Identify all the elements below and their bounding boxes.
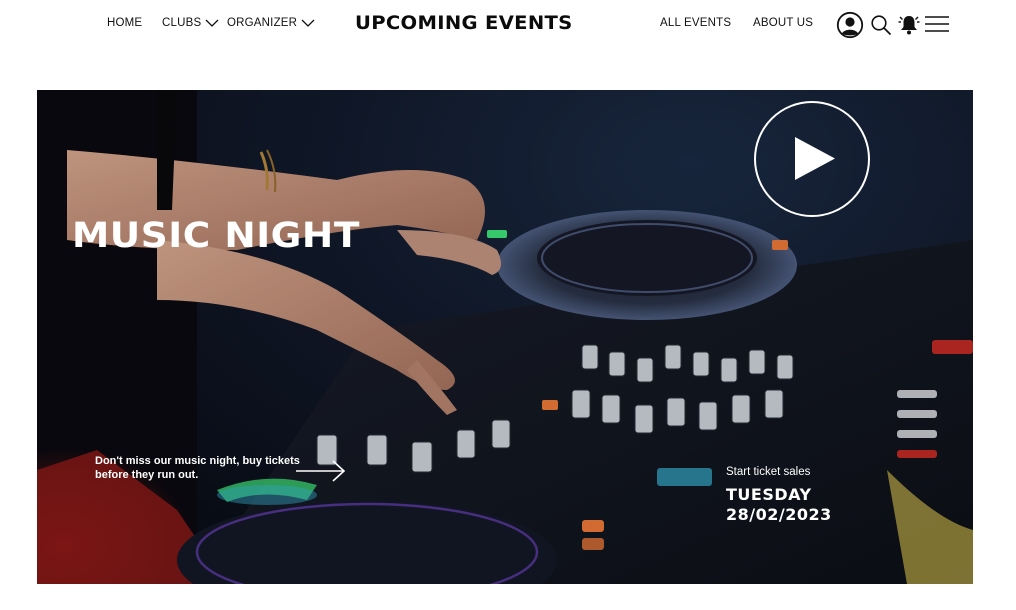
arrow-right-icon[interactable] xyxy=(295,459,347,483)
play-video-button[interactable] xyxy=(754,101,870,217)
promo-text: Don't miss our music night, buy tickets … xyxy=(95,455,300,481)
ticket-sale-day: TUESDAY xyxy=(726,485,812,504)
bell-icon[interactable] xyxy=(897,13,921,37)
chevron-down-icon xyxy=(205,19,219,27)
nav-clubs-dropdown[interactable]: CLUBS xyxy=(162,17,219,29)
menu-icon[interactable] xyxy=(924,15,950,33)
ticket-sale-date: 28/02/2023 xyxy=(726,505,832,524)
nav-clubs-label: CLUBS xyxy=(162,17,202,29)
site-title[interactable]: UPCOMING EVENTS xyxy=(355,12,613,34)
nav-organizer-label: ORGANIZER xyxy=(227,17,298,29)
hero-banner: MUSIC NIGHT Don't miss our music night, … xyxy=(37,90,973,584)
chevron-down-icon xyxy=(301,19,315,27)
nav-about-us-link[interactable]: ABOUT US xyxy=(753,17,813,29)
search-icon[interactable] xyxy=(870,14,892,36)
top-navigation: HOME CLUBS ORGANIZER UPCOMING EVENTS ALL… xyxy=(0,0,1016,50)
ticket-sale-label: Start ticket sales xyxy=(726,466,811,478)
hero-title: MUSIC NIGHT xyxy=(72,216,360,256)
nav-organizer-dropdown[interactable]: ORGANIZER xyxy=(227,17,315,29)
nav-home-link[interactable]: HOME xyxy=(107,17,142,29)
play-icon xyxy=(795,137,835,180)
nav-all-events-link[interactable]: ALL EVENTS xyxy=(660,17,731,29)
user-icon[interactable] xyxy=(836,11,864,39)
